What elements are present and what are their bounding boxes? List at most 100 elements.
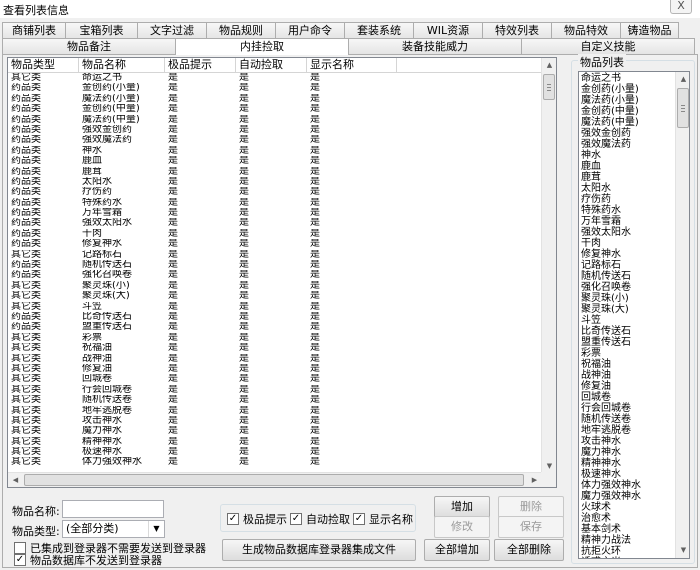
tab-row2-1[interactable]: 内挂捡取 [175,38,349,55]
scroll-right-arrow-icon[interactable]: ▶ [527,473,542,487]
list-item[interactable]: 抗拒火环 [579,546,675,557]
list-item[interactable]: 鹿茸 [579,172,675,183]
table-row[interactable]: 其它类 聚灵珠(小) 是 是 是 [8,281,542,291]
table-row[interactable]: 药品类 魔法药(中量) 是 是 是 [8,115,542,125]
tab-row1-0[interactable]: 商铺列表 [2,22,66,39]
tab-row1-5[interactable]: 套装系统 [344,22,414,39]
table-row[interactable]: 药品类 随机传送石 是 是 是 [8,260,542,270]
table-row[interactable]: 其它类 魔力神水 是 是 是 [8,426,542,436]
list-item[interactable]: 疗伤药 [579,194,675,205]
list-item[interactable]: 比奇传送石 [579,326,675,337]
tab-row1-3[interactable]: 物品规则 [206,22,276,39]
table-row[interactable]: 药品类 万年雪霜 是 是 是 [8,208,542,218]
item-type-select[interactable]: (全部分类) ▼ [62,520,165,538]
table-row[interactable]: 其它类 精神神水 是 是 是 [8,437,542,447]
table-row[interactable]: 其它类 记路标石 是 是 是 [8,250,542,260]
table-row[interactable]: 其它类 战神油 是 是 是 [8,354,542,364]
list-item[interactable]: 聚灵珠(大) [579,304,675,315]
item-list[interactable]: 命运之书 金创药(小量) 魔法药(小量) 金创药(中量) 魔法药(中量) 强效金创药 强效魔… [578,71,690,559]
list-item[interactable]: 魔法药(小量) [579,95,675,106]
list-item[interactable]: 精神神水 [579,458,675,469]
list-item[interactable]: 命运之书 [579,73,675,84]
db-not-send-checkbox[interactable]: ✓ 物品数据库不发送到登录器 [14,552,162,568]
list-item[interactable]: 金创药(小量) [579,84,675,95]
list-item[interactable]: 特殊药水 [579,205,675,216]
tab-row2-0[interactable]: 物品备注 [2,38,176,54]
chevron-down-icon[interactable]: ▼ [148,521,164,537]
table-row[interactable]: 其它类 行会回城卷 是 是 是 [8,385,542,395]
list-item[interactable]: 盟重传送石 [579,337,675,348]
list-item[interactable]: 战神油 [579,370,675,381]
table-row[interactable]: 药品类 特殊药水 是 是 是 [8,198,542,208]
table-row[interactable]: 药品类 比奇传送石 是 是 是 [8,312,542,322]
list-item[interactable]: 强效魔法药 [579,139,675,150]
tab-row1-2[interactable]: 文字过滤 [137,22,207,39]
list-item[interactable]: 随机传送卷 [579,414,675,425]
checkbox-box[interactable]: ✓ [14,554,26,566]
add-button[interactable]: 增加 [434,496,490,518]
table-row[interactable]: 药品类 修复神水 是 是 是 [8,239,542,249]
list-item[interactable]: 随机传送石 [579,271,675,282]
scroll-down-arrow-icon[interactable]: ▼ [676,543,689,558]
pickup-grid[interactable]: 物品类型 物品名称 极品提示 自动捡取 显示名称 其它类 命运之书是是是药品类 金创药(小量… [7,57,557,488]
list-item[interactable]: 魔力强效神水 [579,491,675,502]
table-row[interactable]: 其它类 回城卷 是 是 是 [8,374,542,384]
generate-file-button[interactable]: 生成物品数据库登录器集成文件 [222,539,416,561]
list-item[interactable]: 强效太阳水 [579,227,675,238]
grid-body[interactable]: 其它类 命运之书是是是药品类 金创药(小量) 是是是药品类 魔法药(小量) 是是是药品类金… [8,73,542,473]
table-row[interactable]: 其它类 地牢逃脱卷 是 是 是 [8,406,542,416]
list-item[interactable]: 强效金创药 [579,128,675,139]
modify-button[interactable]: 修改 [434,516,490,538]
checkbox-box[interactable]: ✓ [353,513,365,525]
table-row[interactable]: 药品类 神水 是 是 是 [8,146,542,156]
table-row[interactable]: 药品类 强效金创药 是 是 是 [8,125,542,135]
close-button[interactable]: X [670,0,692,14]
list-item[interactable]: 金创药(中量) [579,106,675,117]
list-item[interactable]: 魔法药(中量) [579,117,675,128]
tab-row1-4[interactable]: 用户命令 [275,22,345,39]
table-row[interactable]: 其它类 体力强效神水 是 是 是 [8,457,542,467]
list-item[interactable]: 修复神水 [579,249,675,260]
list-item[interactable]: 神水 [579,150,675,161]
table-row[interactable]: 其它类 祝福油 是 是 是 [8,343,542,353]
list-item[interactable]: 诱惑之光 [579,557,675,558]
grid-column-header[interactable]: 极品提示 [165,58,236,72]
list-item[interactable]: 聚灵珠(小) [579,293,675,304]
table-row[interactable]: 药品类 强效太阳水 是 是 是 [8,218,542,228]
list-item[interactable]: 火球术 [579,502,675,513]
table-row[interactable]: 其它类 命运之书 是 是 是 [8,73,542,83]
delete-all-button[interactable]: 全部删除 [494,539,564,561]
item-name-input[interactable] [62,500,164,518]
table-row[interactable]: 其它类 随机传送卷 是 是 是 [8,395,542,405]
table-row[interactable]: 药品类 魔法药(小量) 是 是 是 [8,94,542,104]
grid-column-header[interactable]: 物品名称 [79,58,165,72]
list-item[interactable]: 魔力神水 [579,447,675,458]
table-row[interactable]: 药品类 疗伤药 是 是 是 [8,187,542,197]
tab-row1-8[interactable]: 物品特效 [551,22,621,39]
list-item[interactable]: 修复油 [579,381,675,392]
list-item[interactable]: 回城卷 [579,392,675,403]
table-row[interactable]: 药品类 强化召唤卷 是 是 是 [8,270,542,280]
list-item[interactable]: 体力强效神水 [579,480,675,491]
table-row[interactable]: 药品类 盟重传送石 是 是 是 [8,322,542,332]
save-button[interactable]: 保存 [498,516,564,538]
tab-row2-2[interactable]: 装备技能威力 [348,38,522,54]
table-row[interactable]: 药品类 强效魔法药 是 是 是 [8,135,542,145]
table-row[interactable]: 其它类 极速神水 是 是 是 [8,447,542,457]
grid-vertical-scroll-thumb[interactable] [543,74,555,100]
grid-column-header[interactable]: 自动捡取 [236,58,307,72]
grid-horizontal-scrollbar[interactable]: ◀ ▶ [8,472,542,487]
list-item[interactable]: 极速神水 [579,469,675,480]
table-row[interactable]: 药品类 金创药(中量) 是 是 是 [8,104,542,114]
table-row[interactable]: 药品类 鹿血 是 是 是 [8,156,542,166]
list-item[interactable]: 地牢逃脱卷 [579,425,675,436]
table-row[interactable]: 药品类 金创药(小量) 是 是 是 [8,83,542,93]
auto-pickup-checkbox[interactable]: ✓ 自动捡取 [290,511,350,527]
tab-row1-6[interactable]: WIL资源 [413,22,483,39]
list-item[interactable]: 太阳水 [579,183,675,194]
list-item[interactable]: 基本剑术 [579,524,675,535]
list-item[interactable]: 行会回城卷 [579,403,675,414]
list-item[interactable]: 记路标石 [579,260,675,271]
list-item[interactable]: 鹿血 [579,161,675,172]
checkbox-box[interactable]: ✓ [227,513,239,525]
